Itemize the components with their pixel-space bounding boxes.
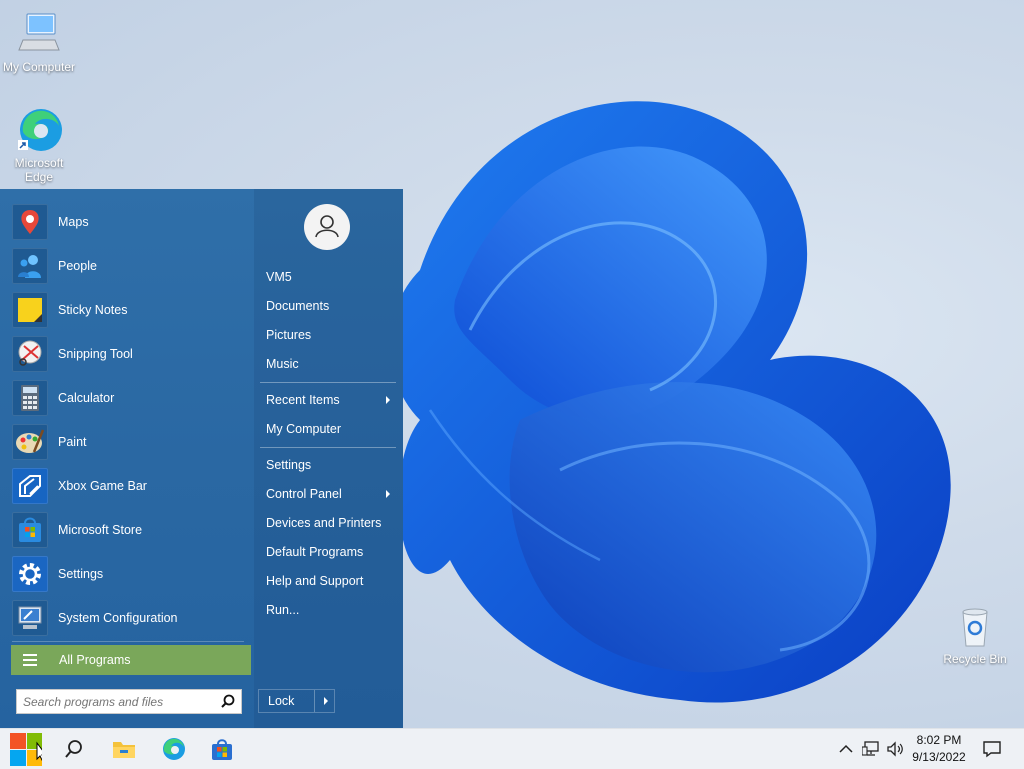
gear-icon (12, 556, 48, 592)
volume-icon (887, 741, 903, 757)
all-programs-button[interactable]: All Programs (11, 645, 251, 675)
separator (260, 447, 396, 448)
start-app-calculator[interactable]: Calculator (12, 378, 252, 418)
menu-help-and-support[interactable]: Help and Support (266, 574, 363, 588)
desktop-icon-label: My Computer (2, 60, 76, 74)
app-label: Microsoft Store (58, 523, 143, 537)
separator (260, 382, 396, 383)
sticky-notes-icon (12, 292, 48, 328)
all-programs-label: All Programs (59, 653, 131, 667)
menu-documents[interactable]: Documents (266, 299, 329, 313)
menu-my-computer[interactable]: My Computer (266, 422, 341, 436)
tray-volume[interactable] (884, 729, 906, 769)
chevron-right-icon (323, 697, 328, 705)
store-icon (212, 739, 232, 760)
app-label: Calculator (58, 391, 115, 405)
taskbar-edge[interactable] (156, 729, 192, 769)
snipping-tool-icon (12, 336, 48, 372)
notification-center-button[interactable] (978, 729, 1006, 769)
user-icon (315, 215, 339, 238)
search-box[interactable] (16, 689, 242, 714)
taskbar-store[interactable] (204, 729, 240, 769)
menu-music[interactable]: Music (266, 357, 299, 371)
taskbar-search-button[interactable] (56, 729, 92, 769)
desktop-icon-label-line2: Edge (24, 170, 54, 184)
start-app-xbox-game-bar[interactable]: Xbox Game Bar (12, 466, 252, 506)
search-icon (65, 740, 82, 758)
app-label: Sticky Notes (58, 303, 128, 317)
start-app-paint[interactable]: Paint (12, 422, 252, 462)
start-app-system-configuration[interactable]: System Configuration (12, 598, 252, 638)
desktop-icon-label: Recycle Bin (943, 652, 1007, 666)
menu-recent-items[interactable]: Recent Items (266, 393, 340, 407)
notification-icon (983, 741, 1001, 758)
network-icon (862, 741, 879, 756)
search-icon[interactable] (219, 693, 237, 711)
taskbar-file-explorer[interactable] (106, 729, 142, 769)
start-button[interactable] (2, 729, 46, 769)
list-icon (23, 651, 37, 669)
app-label: System Configuration (58, 611, 178, 625)
app-label: People (58, 259, 97, 273)
edge-icon (163, 738, 185, 760)
start-app-people[interactable]: People (12, 246, 252, 286)
start-menu: Maps People Sticky Notes Snipping Tool C… (0, 189, 403, 728)
start-icon (10, 733, 42, 766)
separator (12, 641, 244, 642)
menu-control-panel[interactable]: Control Panel (266, 487, 342, 501)
start-app-maps[interactable]: Maps (12, 202, 252, 242)
chevron-right-icon (386, 396, 390, 404)
clock-date: 9/13/2022 (912, 750, 966, 764)
start-app-sticky-notes[interactable]: Sticky Notes (12, 290, 252, 330)
recycle-bin-icon (951, 602, 999, 650)
app-label: Snipping Tool (58, 347, 133, 361)
search-input[interactable] (17, 693, 219, 710)
lock-label: Lock (268, 694, 295, 708)
app-label: Xbox Game Bar (58, 479, 147, 493)
start-app-snipping-tool[interactable]: Snipping Tool (12, 334, 252, 374)
desktop-icon-my-computer[interactable]: My Computer (0, 10, 78, 74)
clock-time: 8:02 PM (916, 733, 962, 747)
xbox-game-bar-icon (12, 468, 48, 504)
lock-button[interactable]: Lock (258, 689, 335, 713)
menu-settings[interactable]: Settings (266, 458, 311, 472)
tray-network[interactable] (860, 729, 882, 769)
menu-default-programs[interactable]: Default Programs (266, 545, 363, 559)
maps-icon (12, 204, 48, 240)
calculator-icon (12, 380, 48, 416)
power-options-arrow[interactable] (315, 690, 334, 712)
system-configuration-icon (12, 600, 48, 636)
menu-devices-and-printers[interactable]: Devices and Printers (266, 516, 381, 530)
start-menu-places: VM5 Documents Pictures Music Recent Item… (254, 189, 403, 728)
paint-icon (12, 424, 48, 460)
start-app-settings[interactable]: Settings (12, 554, 252, 594)
monitor-icon (15, 10, 63, 58)
app-label: Paint (58, 435, 87, 449)
desktop-icon-label-line1: Microsoft (14, 156, 64, 170)
taskbar: 8:02 PM 9/13/2022 (0, 728, 1024, 769)
menu-user-vm5[interactable]: VM5 (266, 270, 292, 284)
file-explorer-icon (113, 742, 135, 758)
menu-pictures[interactable]: Pictures (266, 328, 311, 342)
desktop-icon-microsoft-edge[interactable]: Microsoft Edge (0, 106, 78, 184)
edge-icon (15, 106, 63, 154)
people-icon (12, 248, 48, 284)
tray-overflow-button[interactable] (836, 729, 856, 769)
user-avatar[interactable] (304, 204, 350, 250)
start-app-microsoft-store[interactable]: Microsoft Store (12, 510, 252, 550)
menu-run[interactable]: Run... (266, 603, 299, 617)
app-label: Maps (58, 215, 89, 229)
taskbar-clock[interactable]: 8:02 PM 9/13/2022 (908, 732, 970, 766)
store-icon (12, 512, 48, 548)
chevron-up-icon (839, 744, 853, 753)
desktop-icon-recycle-bin[interactable]: Recycle Bin (935, 602, 1015, 666)
chevron-right-icon (386, 490, 390, 498)
app-label: Settings (58, 567, 104, 581)
